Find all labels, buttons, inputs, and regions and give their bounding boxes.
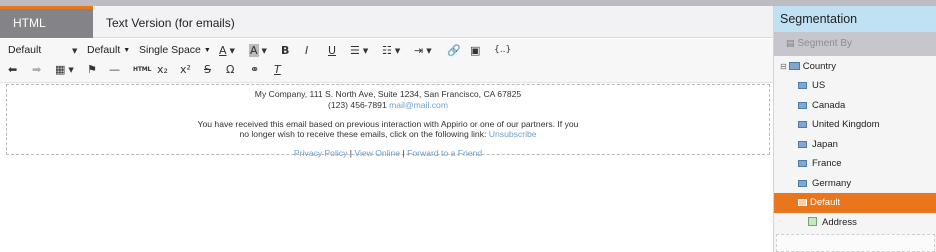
bookmark-icon[interactable]: ⚑ [87, 60, 97, 79]
segment-by-label: Segment By [797, 38, 852, 49]
tree-node-japan[interactable]: Japan [798, 135, 838, 154]
font-family-select[interactable]: Default [8, 41, 41, 60]
underline-icon[interactable]: U [328, 41, 336, 60]
text-color-icon[interactable]: A ▼ [219, 41, 235, 60]
tree-node-label: Address [822, 217, 857, 228]
tree-node-default-selected[interactable]: Default [774, 193, 936, 213]
font-size-select[interactable]: Default ▼ [87, 41, 130, 60]
segment-icon [798, 82, 807, 89]
superscript-icon[interactable]: x² [180, 60, 191, 79]
tree-node-united-kingdom[interactable]: United Kingdom [798, 115, 880, 134]
unsubscribe-link[interactable]: Unsubscribe [489, 129, 537, 139]
segment-icon [798, 199, 807, 206]
find-icon[interactable]: ⚭ [250, 60, 259, 79]
line-spacing-value: Single Space [139, 44, 201, 56]
toolbar-row-1: Default ▼ Default ▼ Single Space ▼ A ▼ A ▼ B… [0, 41, 773, 60]
segmentation-panel: Segmentation ▤ Segment By ⊟ Country US Can… [773, 6, 936, 252]
tree-node-label: Canada [812, 100, 846, 111]
tree-node-us[interactable]: US [798, 76, 825, 95]
tree-node-canada[interactable]: Canada [798, 96, 845, 115]
segment-by-button[interactable]: ▤ Segment By [774, 32, 936, 56]
view-online-link[interactable]: View Online [354, 148, 400, 158]
segment-icon [798, 141, 807, 148]
font-size-dropdown-icon: ▼ [123, 47, 131, 54]
indent-icon[interactable]: ⇥ ▼ [414, 41, 432, 60]
font-size-value: Default [87, 44, 121, 56]
tree-node-label: Germany [812, 178, 852, 189]
privacy-policy-link[interactable]: Privacy Policy [294, 148, 347, 158]
bulleted-list-icon[interactable]: ☷ ▼ [382, 41, 400, 60]
tree-node-germany[interactable]: Germany [798, 174, 851, 193]
align-icon[interactable]: ☰ ▼ [350, 41, 368, 60]
collapse-icon[interactable]: ⊟ [780, 62, 787, 71]
line-spacing-select[interactable]: Single Space ▼ [139, 41, 211, 60]
token-icon[interactable]: {..} [494, 41, 511, 60]
redo-icon[interactable]: ➡ [32, 60, 41, 79]
segment-icon [798, 180, 807, 187]
segment-icon [798, 160, 807, 167]
strikethrough-icon[interactable]: S [204, 60, 211, 79]
subscript-icon[interactable]: x₂ [157, 60, 168, 79]
tree-node-label: France [812, 158, 842, 169]
editor-tabs: HTML Version Text Version (for emails) [0, 6, 773, 58]
font-family-dropdown-icon[interactable]: ▼ [69, 41, 77, 60]
drop-zone[interactable] [776, 234, 935, 252]
email-link[interactable]: mail@mail.com [389, 100, 448, 110]
font-family-value: Default [8, 44, 42, 56]
tree-node-label: Default [810, 197, 841, 208]
notice-line-2: no longer wish to receive these emails, … [7, 129, 769, 140]
segmentation-title: Segmentation [774, 6, 936, 32]
undo-icon[interactable]: ⬅ [8, 60, 17, 79]
bold-icon[interactable]: B [281, 41, 289, 60]
email-content-area[interactable]: My Company, 111 S. North Ave, Suite 1234… [6, 84, 770, 158]
image-icon[interactable]: ▣ [470, 41, 480, 60]
phone-number: (123) 456-7891 [327, 100, 387, 110]
toolbar-row-2: ⬅ ➡ ▦ ▼ ⚑ — HTML x₂ x² S Ω ⚭ T [0, 60, 773, 79]
tree-node-label: Country [802, 61, 836, 72]
italic-icon[interactable]: I [305, 41, 308, 60]
link-icon[interactable]: 🔗 [447, 41, 461, 60]
contact-line: (123) 456-7891 mail@mail.com [7, 100, 769, 111]
editor-toolbar: Default ▼ Default ▼ Single Space ▼ A ▼ A ▼ B… [0, 39, 773, 83]
footer-separator: | [349, 148, 352, 158]
tree-node-label: United Kingdom [812, 119, 880, 130]
tree-node-address[interactable]: Address [808, 213, 857, 232]
html-icon[interactable]: HTML [133, 60, 151, 79]
segmentation-icon [788, 62, 800, 70]
tree-node-france[interactable]: France [798, 154, 842, 173]
tree-node-country[interactable]: ⊟ Country [780, 57, 836, 76]
company-address: My Company, 111 S. North Ave, Suite 1234… [254, 89, 522, 99]
forward-to-friend-link[interactable]: Forward to a Friend [407, 148, 482, 158]
tree-node-label: Japan [812, 139, 838, 150]
snippet-icon [808, 217, 817, 226]
table-icon[interactable]: ▦ ▼ [55, 60, 74, 79]
email-editor: HTML Version Text Version (for emails) D… [0, 6, 773, 252]
footer-separator: | [402, 148, 405, 158]
clear-formatting-icon[interactable]: T [274, 60, 281, 79]
tab-text-version[interactable]: Text Version (for emails) [93, 6, 248, 38]
special-character-icon[interactable]: Ω [226, 60, 234, 79]
notice-line-2-text: no longer wish to receive these emails, … [239, 129, 487, 139]
tab-html-version[interactable]: HTML Version [0, 6, 93, 58]
segment-icon: ▤ [786, 39, 795, 49]
horizontal-rule-icon[interactable]: — [109, 60, 120, 79]
background-color-icon[interactable]: A ▼ [249, 41, 267, 60]
segment-icon [798, 102, 807, 109]
tree-node-label: US [812, 80, 826, 91]
segment-icon [798, 121, 807, 128]
footer-links: Privacy Policy | View Online | Forward t… [7, 148, 769, 159]
line-spacing-dropdown-icon: ▼ [203, 47, 211, 54]
